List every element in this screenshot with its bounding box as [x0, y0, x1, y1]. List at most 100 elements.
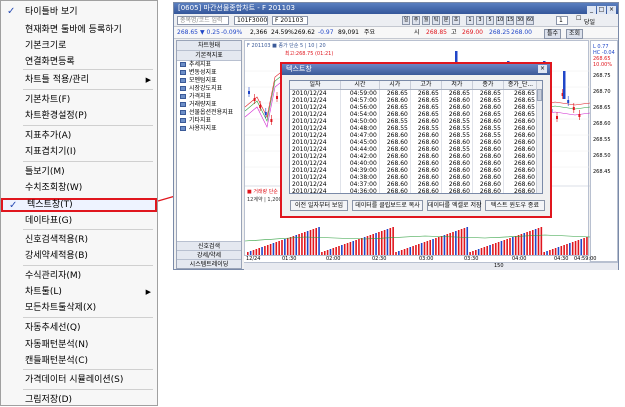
minimize-button[interactable]: _	[587, 6, 596, 14]
scroll-thumb[interactable]	[537, 89, 542, 101]
menu-item-10[interactable]: 수치조회창(W)	[1, 181, 157, 195]
text-window-close-button[interactable]: ×	[538, 65, 547, 73]
period-button-4[interactable]: 분	[442, 16, 450, 25]
menu-item-17[interactable]: 모든차트툴삭제(X)	[1, 301, 157, 315]
column-header[interactable]: 저가	[441, 81, 473, 90]
menu-item-12[interactable]: 데이타표(G)	[1, 214, 157, 228]
table-cell: 04:54:00	[340, 111, 380, 118]
interval-button-6[interactable]: 60	[526, 16, 534, 25]
menu-item-5[interactable]: 기본차트(F)	[1, 93, 157, 107]
set-count-button[interactable]: 틀수	[544, 29, 562, 39]
menu-item-7[interactable]: 지표추가(A)	[1, 129, 157, 143]
menu-item-21[interactable]: 가격데이터 시뮬레이션(S)	[1, 373, 157, 387]
menu-item-label: 캔들패턴분석(C)	[25, 356, 88, 366]
table-row[interactable]: 2010/12/24 04:50:00 268.55 268.60 268.55 268.…	[290, 118, 539, 125]
interval-button-4[interactable]: 15	[506, 16, 514, 25]
menu-item-16[interactable]: 차트툴(L) ▶	[1, 285, 157, 299]
column-header[interactable]: 시간	[340, 81, 380, 90]
table-scrollbar[interactable]	[536, 81, 542, 193]
indicator-folder-4[interactable]: 가격지표	[177, 93, 241, 101]
indicator-folder-7[interactable]: 기타지표	[177, 117, 241, 125]
indicator-folder-0[interactable]: 추세지표	[177, 61, 241, 69]
table-row[interactable]: 2010/12/24 04:59:00 268.65 268.65 268.65 268.…	[290, 89, 539, 97]
panel-bottom-button-1[interactable]: 강세/약세	[177, 250, 241, 259]
table-row[interactable]: 2010/12/24 04:40:00 268.60 268.60 268.60 268.…	[290, 160, 539, 167]
high-value: 268.85	[426, 29, 447, 36]
table-row[interactable]: 2010/12/24 04:38:00 268.60 268.60 268.60 268.…	[290, 174, 539, 181]
text-window-button-3[interactable]: 텍스트 윈도우 종료	[485, 200, 545, 211]
basic-indicator-header[interactable]: 기본적지표	[177, 51, 241, 61]
interval-button-0[interactable]: 1	[466, 16, 474, 25]
menu-item-6[interactable]: 차트환경설정(P)	[1, 109, 157, 123]
table-cell: 268.60	[410, 118, 442, 125]
today-checkbox[interactable]: ☐	[576, 15, 581, 22]
query-button[interactable]: 조회	[566, 29, 584, 39]
interval-button-3[interactable]: 10	[496, 16, 504, 25]
column-header[interactable]: 시가	[379, 81, 411, 90]
menu-item-8[interactable]: 지표겹치기(I)	[1, 145, 157, 159]
table-row[interactable]: 2010/12/24 04:39:00 268.60 268.60 268.60 268.…	[290, 167, 539, 174]
period-button-0[interactable]: 일	[402, 16, 410, 25]
chart-scrollbar[interactable]: 150	[244, 262, 618, 270]
menu-item-22[interactable]: 그림저장(D)	[1, 393, 157, 407]
table-cell: 04:56:00	[340, 104, 380, 111]
interval-button-2[interactable]: 5	[486, 16, 494, 25]
indicator-folder-5[interactable]: 거래량지표	[177, 101, 241, 109]
indicator-folder-3[interactable]: 시장강도지표	[177, 85, 241, 93]
period-button-1[interactable]: 주	[412, 16, 420, 25]
search-input[interactable]: 종목명/코드 입력	[177, 16, 229, 25]
table-row[interactable]: 2010/12/24 04:47:00 268.60 268.60 268.55 268.…	[290, 132, 539, 139]
menu-item-1[interactable]: 현재화면 툴바에 등록하기	[1, 23, 157, 37]
menu-item-18[interactable]: 자동추세선(Q)	[1, 321, 157, 335]
count-input[interactable]: 1	[556, 16, 568, 25]
menu-item-11[interactable]: ✓ 텍스트창(T)	[1, 198, 157, 212]
table-row[interactable]: 2010/12/24 04:45:00 268.60 268.60 268.60 268.…	[290, 139, 539, 146]
price-axis-tick: 268.50	[593, 153, 611, 159]
column-header[interactable]: 일자	[290, 81, 342, 90]
indicator-folder-1[interactable]: 변동성지표	[177, 69, 241, 77]
menu-item-9[interactable]: 틀보기(M)	[1, 165, 157, 179]
column-header[interactable]: 고가	[410, 81, 442, 90]
table-row[interactable]: 2010/12/24 04:37:00 268.60 268.60 268.60 268.…	[290, 181, 539, 188]
panel-bottom-button-2[interactable]: 시스템트레이딩	[177, 259, 241, 268]
column-header[interactable]: 종가_단...	[503, 81, 539, 90]
indicator-folder-8[interactable]: 사용자지표	[177, 125, 241, 133]
indicator-folder-2[interactable]: 모멘텀지표	[177, 77, 241, 85]
menu-item-3[interactable]: 연결화면등록	[1, 55, 157, 69]
volume-bar	[574, 241, 577, 256]
menu-item-19[interactable]: 자동패턴분석(N)	[1, 338, 157, 352]
table-row[interactable]: 2010/12/24 04:44:00 268.60 268.60 268.55 268.…	[290, 146, 539, 153]
text-window-button-2[interactable]: 데이터를 엑셀로 저장	[427, 200, 482, 211]
period-button-5[interactable]: 초	[452, 16, 460, 25]
text-data-table[interactable]: 일자 시간 시가 고가 저가 종가 종가_단... 2010/12/24 04:59:00 26…	[289, 80, 543, 194]
menu-item-4[interactable]: 차트틀 적용/관리 ▶	[1, 73, 157, 87]
interval-button-5[interactable]: 30	[516, 16, 524, 25]
text-window-button-1[interactable]: 데이터를 클립보드로 복사	[352, 200, 423, 211]
table-row[interactable]: 2010/12/24 04:48:00 268.55 268.55 268.55 268.…	[290, 125, 539, 132]
menu-item-15[interactable]: 수식관리자(M)	[1, 269, 157, 283]
price-change: ▼ 0.25	[200, 29, 220, 36]
menu-item-13[interactable]: 신호검색적용(R)	[1, 233, 157, 247]
column-header[interactable]: 종가	[472, 81, 504, 90]
table-row[interactable]: 2010/12/24 04:36:00 268.60 268.60 268.60 268.…	[290, 188, 539, 193]
table-row[interactable]: 2010/12/24 04:56:00 268.65 268.65 268.60 268.…	[290, 104, 539, 111]
panel-bottom-button-0[interactable]: 신호검색	[177, 241, 241, 250]
period-button-3[interactable]: 틱	[432, 16, 440, 25]
volume-bar	[497, 242, 500, 256]
menu-item-14[interactable]: 강세약세적용(B)	[1, 249, 157, 263]
code-select[interactable]: 101F3000	[234, 16, 268, 25]
menu-item-2[interactable]: 기본크기로	[1, 39, 157, 53]
table-row[interactable]: 2010/12/24 04:57:00 268.60 268.65 268.60 268.…	[290, 97, 539, 104]
period-button-2[interactable]: 월	[422, 16, 430, 25]
close-button[interactable]: ×	[607, 6, 616, 14]
text-window-button-0[interactable]: 이전 일자부터 보임	[290, 200, 348, 211]
maximize-button[interactable]: □	[597, 6, 606, 14]
volume-bar	[457, 230, 460, 256]
menu-item-20[interactable]: 캔들패턴분석(C)	[1, 354, 157, 368]
menu-item-0[interactable]: ✓ 타이틀바 보기	[1, 5, 157, 19]
chart-type-header[interactable]: 차트형태	[177, 41, 241, 51]
interval-button-1[interactable]: 3	[476, 16, 484, 25]
indicator-folder-6[interactable]: 선물옵션전용지표	[177, 109, 241, 117]
table-row[interactable]: 2010/12/24 04:42:00 268.60 268.60 268.60 268.…	[290, 153, 539, 160]
table-row[interactable]: 2010/12/24 04:54:00 268.60 268.65 268.60 268.…	[290, 111, 539, 118]
